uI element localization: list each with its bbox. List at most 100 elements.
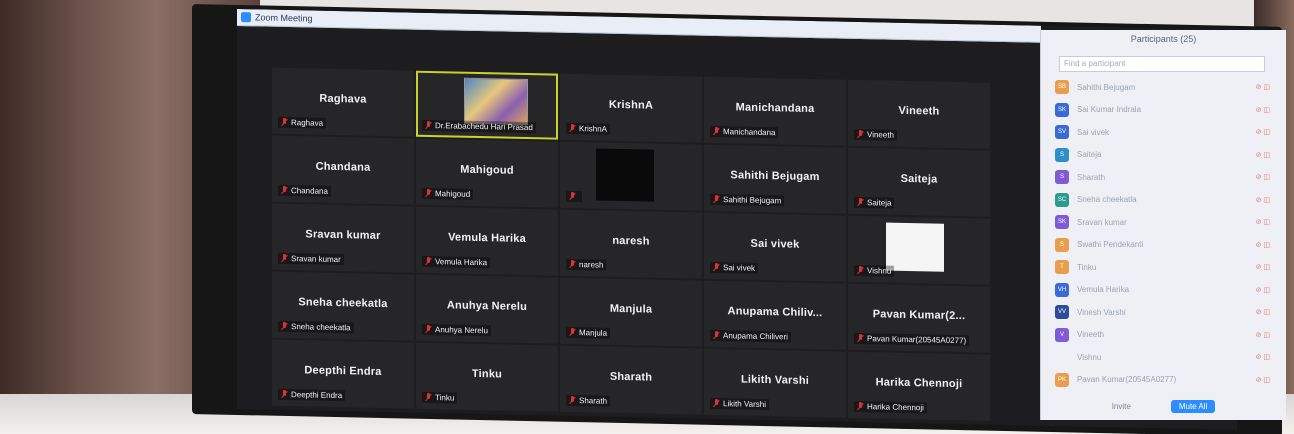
participant-row[interactable]: SC Sneha cheekatla ⊘ ◫	[1055, 189, 1270, 212]
participant-avatar: S	[1055, 237, 1069, 252]
participant-search-input[interactable]: Find a participant	[1059, 56, 1265, 72]
tile-name-label: Likith Varshi	[710, 397, 769, 411]
mic-muted-icon	[425, 257, 432, 266]
mic-muted-icon	[713, 263, 720, 272]
mic-muted-icon	[281, 390, 288, 399]
tile-label-text: Vemula Harika	[435, 257, 488, 268]
tile-name-label: Tinku	[422, 391, 458, 404]
mic-video-off-icon: ⊘ ◫	[1255, 264, 1270, 272]
mute-all-button[interactable]: Mute All	[1170, 399, 1216, 413]
mic-muted-icon	[425, 325, 432, 334]
tile-name-label: Pavan Kumar(20545A0277)	[854, 332, 970, 347]
invite-button[interactable]: Invite	[1112, 402, 1131, 411]
participants-title: Participants (25)	[1130, 34, 1197, 44]
participant-row[interactable]: S Saiteja ⊘ ◫	[1055, 144, 1270, 167]
mic-muted-icon	[857, 334, 864, 343]
video-tile[interactable]: Harika Chennoji Harika Chennoji	[848, 351, 990, 421]
tile-display-name: Sai vivek	[750, 237, 800, 251]
participant-name: Saiteja	[1077, 150, 1102, 160]
video-tile[interactable]: KrishnA KrishnA	[560, 73, 702, 143]
mic-muted-icon	[857, 266, 864, 275]
participant-row[interactable]: SB Sahithi Bejugam ⊘ ◫	[1055, 76, 1270, 99]
participant-row[interactable]: PK Pavan Kumar(20545A0277) ⊘ ◫	[1055, 369, 1270, 392]
video-tile[interactable]: Vineeth Vineeth	[848, 79, 990, 149]
tile-display-name: Sahithi Bejugam	[730, 169, 820, 184]
participant-avatar: S	[1055, 147, 1069, 162]
mic-muted-icon	[569, 192, 576, 201]
video-tile[interactable]: Sai vivek Sai vivek	[704, 212, 846, 282]
video-tile[interactable]: Pavan Kumar(2... Pavan Kumar(20545A0277)	[848, 283, 990, 353]
tile-label-text: Chandana	[291, 186, 328, 196]
tile-label-text: KrishnA	[579, 124, 608, 134]
tile-label-text: Sai vivek	[723, 263, 756, 273]
video-tile[interactable]: naresh naresh	[560, 209, 702, 279]
tile-name-label: Manichandana	[710, 125, 779, 139]
mic-video-off-icon: ⊘ ◫	[1255, 331, 1270, 339]
window-titlebar: Zoom Meeting	[237, 8, 1041, 43]
video-tile[interactable]: Tinku Tinku	[416, 342, 558, 412]
video-tile[interactable]: Manjula Manjula	[560, 277, 702, 347]
mic-muted-icon	[569, 328, 576, 337]
video-tile[interactable]: Likith Varshi Likith Varshi	[704, 348, 846, 418]
participant-row[interactable]: VH Vemula Harika ⊘ ◫	[1055, 279, 1270, 302]
mic-muted-icon	[425, 189, 432, 198]
participant-row[interactable]: S Swathi Pendekanti ⊘ ◫	[1055, 234, 1270, 257]
tile-name-label	[566, 190, 582, 203]
video-tile[interactable]: Sneha cheekatla Sneha cheekatla	[272, 271, 414, 341]
tile-label-text: Anuhya Nerelu	[435, 325, 488, 336]
video-tile[interactable]: Chandana Chandana	[272, 135, 414, 205]
tile-display-name: Sharath	[609, 370, 653, 384]
participant-name: Swathi Pendekanti	[1077, 240, 1144, 250]
tile-label-text: Anupama Chiliveri	[723, 331, 788, 342]
video-tile[interactable]: Vemula Harika Vemula Harika	[416, 206, 558, 276]
participant-avatar: SB	[1055, 80, 1069, 95]
mic-muted-icon	[569, 396, 576, 405]
tile-display-name: Harika Chennoji	[875, 376, 963, 391]
video-tile[interactable]: Sravan kumar Sravan kumar	[272, 203, 414, 273]
video-tile[interactable]	[560, 141, 702, 211]
participant-name: Sravan kumar	[1077, 217, 1127, 227]
tile-label-text: Vishnu	[867, 266, 892, 276]
participant-row[interactable]: SK Sravan kumar ⊘ ◫	[1055, 211, 1270, 234]
participant-avatar: T	[1055, 260, 1069, 275]
participant-row[interactable]: T Tinku ⊘ ◫	[1055, 256, 1270, 279]
tile-display-name: Vineeth	[898, 104, 940, 118]
participant-row[interactable]: SV Sai vivek ⊘ ◫	[1055, 121, 1270, 144]
video-tile[interactable]: Anupama Chiliv... Anupama Chiliveri	[704, 280, 846, 350]
video-tile[interactable]: Manichandana Manichandana	[704, 76, 846, 146]
tile-label-text: Vineeth	[867, 130, 894, 140]
tile-name-label: Mahigoud	[422, 187, 474, 200]
participant-name: Tinku	[1077, 262, 1097, 272]
participant-row[interactable]: V Vineeth ⊘ ◫	[1055, 324, 1270, 347]
mic-video-off-icon: ⊘ ◫	[1255, 174, 1270, 182]
tile-display-name: Pavan Kumar(2...	[872, 308, 966, 323]
tile-display-name: Anuhya Nerelu	[446, 299, 528, 314]
video-tile[interactable]: Raghava Raghava	[272, 67, 414, 137]
video-tile[interactable]: Saiteja Saiteja	[848, 147, 990, 217]
video-tile[interactable]: Mahigoud Mahigoud	[416, 138, 558, 208]
mic-video-off-icon: ⊘ ◫	[1255, 309, 1270, 317]
video-tile[interactable]: Vishnu	[848, 215, 990, 285]
participant-avatar: VV	[1055, 305, 1069, 320]
tile-name-label: Manjula	[566, 326, 611, 339]
tile-name-label: naresh	[566, 258, 607, 271]
mic-muted-icon	[281, 322, 288, 331]
mic-muted-icon	[857, 130, 864, 139]
participant-name: Vemula Harika	[1077, 285, 1130, 295]
mic-muted-icon	[857, 198, 864, 207]
participant-row[interactable]: Vishnu ⊘ ◫	[1055, 346, 1270, 369]
participant-name: Sai Kumar Indrala	[1077, 105, 1142, 115]
tile-label-text: Sharath	[579, 396, 608, 406]
mic-muted-icon	[713, 127, 720, 136]
mic-muted-icon	[713, 399, 720, 408]
participant-row[interactable]: SK Sai Kumar Indrala ⊘ ◫	[1055, 99, 1270, 122]
video-tile[interactable]: Anuhya Nerelu Anuhya Nerelu	[416, 274, 558, 344]
video-tile[interactable]: Deepthi Endra Deepthi Endra	[272, 339, 414, 409]
participant-row[interactable]: S Sharath ⊘ ◫	[1055, 166, 1270, 189]
video-tile[interactable]: Sahithi Bejugam Sahithi Bejugam	[704, 144, 846, 214]
video-tile[interactable]: Sharath Sharath	[560, 345, 702, 415]
tile-name-label: Dr.Erabachedu Hari Prasad	[422, 119, 536, 134]
participant-row[interactable]: VV Vinesh Varshi ⊘ ◫	[1055, 301, 1270, 324]
video-tile[interactable]: Dr.Erabachedu Hari Prasad	[416, 70, 558, 140]
participant-avatar: SC	[1055, 192, 1069, 207]
